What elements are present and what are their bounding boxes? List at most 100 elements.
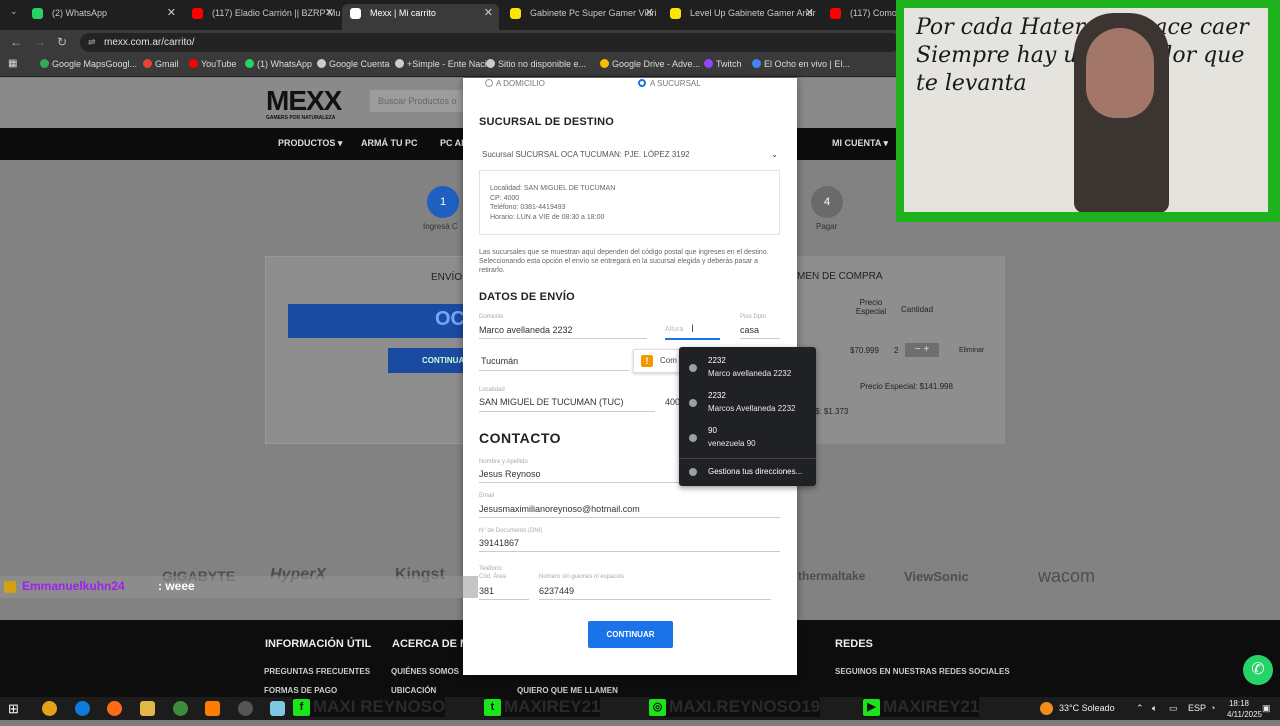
bookmark-twitch[interactable]: Twitch: [704, 59, 742, 69]
bookmark-el-ocho[interactable]: El Ocho en vivo | El...: [752, 59, 850, 69]
remove-link[interactable]: Eliminar: [959, 347, 984, 354]
autofill-item[interactable]: 2232 Marco avellaneda 2232: [679, 351, 816, 385]
tray-chevron-icon[interactable]: ⌃: [1136, 697, 1144, 720]
tab-mexx-carrito[interactable]: Mexx | Mi carrito ✕: [342, 4, 499, 30]
social-youtube: ▶ MAXIREY21: [863, 697, 980, 717]
site-search-input[interactable]: Buscar Productos o: [370, 90, 465, 112]
volume-icon[interactable]: 🔈︎: [1152, 697, 1157, 720]
back-icon[interactable]: ←: [10, 35, 22, 49]
illustrator-icon[interactable]: [205, 701, 220, 716]
bookmark-youtube[interactable]: YouTube: [189, 59, 236, 69]
tab-youtube-como[interactable]: (117) Como arm: [822, 4, 896, 30]
network-icon[interactable]: ▭: [1169, 697, 1178, 720]
apps-grid-icon[interactable]: ▦: [8, 58, 17, 69]
cod-area-underline: [479, 599, 529, 600]
youtube-icon: [192, 8, 203, 19]
tab-youtube-eladio[interactable]: (117) Eladio Carrión || BZRP Mu ✕: [184, 4, 340, 30]
summary-title: MEN DE COMPRA: [797, 271, 883, 282]
firefox-icon[interactable]: [107, 701, 122, 716]
chrome-icon[interactable]: [173, 701, 188, 716]
cp-input[interactable]: 400: [665, 397, 680, 407]
destino-select[interactable]: Sucursal SUCURSAL OCA TUCUMAN: PJE. LÓPE…: [479, 150, 780, 164]
altura-input[interactable]: Altura: [665, 326, 683, 333]
tab-whatsapp[interactable]: (2) WhatsApp ✕: [24, 4, 182, 30]
bookmark-google-drive[interactable]: Google Drive - Adve...: [600, 59, 700, 69]
manage-addresses-item[interactable]: Gestiona tus direcciones...: [679, 460, 816, 484]
app-icon[interactable]: [42, 701, 57, 716]
weather-sun-icon: [1040, 702, 1053, 715]
shipping-option-button[interactable]: OC: [288, 304, 465, 338]
obs-icon[interactable]: [238, 701, 253, 716]
radio-domicilio[interactable]: [485, 79, 493, 87]
clock-date[interactable]: 4/11/2025: [1208, 703, 1262, 726]
forward-icon[interactable]: →: [34, 35, 46, 49]
tab-gabinete-levelup[interactable]: Level Up Gabinete Gamer Andr ✕: [662, 4, 820, 30]
radio-sucursal[interactable]: [638, 79, 646, 87]
weather-text[interactable]: 33°C Soleado: [1059, 697, 1115, 720]
footer-ubicacion-link[interactable]: UBICACIÓN: [391, 686, 436, 695]
mexx-logo[interactable]: MEXX GAMERS POR NATURALEZA: [266, 87, 352, 124]
autofill-item[interactable]: 90 venezuela 90: [679, 421, 816, 455]
step-1-label: Ingresá C: [423, 222, 458, 231]
bookmark-simple[interactable]: +Simple - Ente Naci...: [395, 59, 494, 69]
bookmark-sitio[interactable]: Sitio no disponible e...: [486, 59, 586, 69]
bookmark-whatsapp[interactable]: (1) WhatsApp: [245, 59, 312, 69]
contacto-title: CONTACTO: [479, 430, 562, 446]
nav-arma-tu-pc[interactable]: ARMÁ TU PC: [361, 138, 418, 148]
bookmark-gmail[interactable]: Gmail: [143, 59, 179, 69]
streamer-face: [1086, 28, 1154, 118]
email-input[interactable]: Jesusmaximilianoreynoso@hotmail.com: [479, 504, 640, 514]
dni-input[interactable]: 39141867: [479, 538, 519, 548]
close-tab-icon[interactable]: ✕: [325, 4, 334, 22]
footer-quienes-link[interactable]: QUIÉNES SOMOS: [391, 667, 459, 676]
whatsapp-float-icon[interactable]: ✆: [1243, 655, 1273, 685]
brand-wacom: wacom: [1038, 566, 1096, 586]
piso-input[interactable]: casa: [740, 325, 759, 335]
footer-payment-link[interactable]: FORMAS DE PAGO: [264, 686, 337, 695]
summary-col-qty: Cantidad: [901, 305, 934, 314]
summary-special-price: Precio Especial: $141.998: [860, 382, 953, 391]
tv-icon: [752, 59, 761, 68]
url-input[interactable]: ⇌ mexx.com.ar/carrito/: [80, 33, 900, 52]
footer-faq-link[interactable]: PREGUNTAS FRECUENTES: [264, 667, 370, 676]
numero-label: Número sin guiones ni espacios: [539, 574, 625, 580]
start-icon[interactable]: ⊞: [8, 701, 23, 716]
tab-gabinete-super[interactable]: Gabinete Pc Super Gamer Vidri ✕: [502, 4, 660, 30]
app-icon[interactable]: [270, 701, 285, 716]
footer-llamen-link[interactable]: QUIERO QUE ME LLAMEN: [517, 686, 618, 695]
qty-stepper[interactable]: − +: [905, 343, 939, 357]
cod-area-input[interactable]: 381: [479, 586, 494, 596]
bookmark-google-cuenta[interactable]: Google Cuenta: [317, 59, 390, 69]
site-info-icon[interactable]: ⇌: [88, 33, 96, 52]
location-pin-icon: [689, 364, 697, 372]
bookmark-google-maps[interactable]: Google MapsGoogl...: [40, 59, 137, 69]
numero-input[interactable]: 6237449: [539, 586, 574, 596]
nombre-input[interactable]: Jesus Reynoso: [479, 469, 541, 479]
radio-sucursal-label: A SUCURSAL: [650, 79, 701, 88]
order-summary-card: MEN DE COMPRA Precio Especial Cantidad $…: [797, 256, 1005, 444]
mercadolibre-icon: [670, 8, 681, 19]
domicilio-input[interactable]: Marco avellaneda 2232: [479, 325, 573, 335]
close-tab-icon[interactable]: ✕: [167, 4, 176, 22]
drive-icon: [600, 59, 609, 68]
continuar-button[interactable]: CONTINUAR: [588, 621, 673, 648]
nav-mi-cuenta[interactable]: MI CUENTA ▾: [832, 138, 888, 149]
edge-icon[interactable]: [75, 701, 90, 716]
footer-redes-link[interactable]: SEGUINOS EN NUESTRAS REDES SOCIALES: [835, 667, 1010, 676]
summary-qty: 2: [894, 346, 899, 355]
close-tab-icon[interactable]: ✕: [484, 4, 493, 22]
continuar-bg-button[interactable]: CONTINUA: [388, 348, 465, 373]
provincia-select[interactable]: Tucumán: [481, 356, 518, 366]
reload-icon[interactable]: ↻: [57, 35, 67, 49]
notification-icon[interactable]: ▣: [1262, 697, 1271, 720]
destino-title: SUCURSAL DE DESTINO: [479, 116, 614, 128]
language-indicator[interactable]: ESP: [1188, 697, 1206, 720]
nav-productos[interactable]: PRODUCTOS ▾: [278, 138, 342, 149]
tab-search-icon[interactable]: ⌄: [10, 6, 18, 17]
folder-icon[interactable]: [140, 701, 155, 716]
close-tab-icon[interactable]: ✕: [805, 4, 814, 22]
close-tab-icon[interactable]: ✕: [645, 4, 654, 22]
autofill-item[interactable]: 2232 Marcos Avellaneda 2232: [679, 386, 816, 420]
localidad-select[interactable]: SAN MIGUEL DE TUCUMAN (TUC): [479, 397, 624, 407]
piso-underline: [740, 338, 780, 339]
